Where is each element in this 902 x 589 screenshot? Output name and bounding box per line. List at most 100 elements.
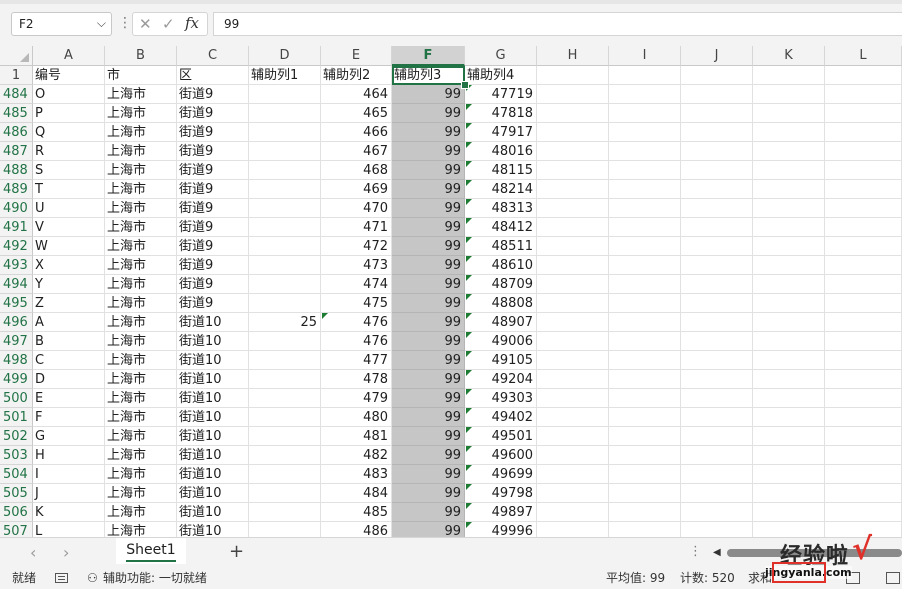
cell-i[interactable] (609, 389, 681, 408)
cell-g[interactable]: 49402 (465, 408, 537, 427)
add-sheet-button[interactable]: + (229, 541, 244, 562)
cell-g[interactable]: 49303 (465, 389, 537, 408)
cell-i[interactable] (609, 161, 681, 180)
cell-b[interactable]: 上海市 (105, 465, 177, 484)
cell-d[interactable] (249, 199, 321, 218)
cell-h[interactable] (537, 294, 609, 313)
cell-b[interactable]: 上海市 (105, 389, 177, 408)
status-average[interactable]: 平均值: 99 (606, 567, 665, 589)
cell-g[interactable]: 49600 (465, 446, 537, 465)
cell-l[interactable] (825, 446, 902, 465)
cell-k[interactable] (753, 427, 825, 446)
cell-i[interactable] (609, 332, 681, 351)
cell-d[interactable] (249, 389, 321, 408)
status-sum[interactable]: 求和 (748, 567, 772, 589)
cell-l[interactable] (825, 275, 902, 294)
cell-e[interactable]: 472 (321, 237, 392, 256)
cell-e[interactable]: 480 (321, 408, 392, 427)
cell-mode-icon[interactable] (55, 573, 68, 583)
cell-f[interactable]: 99 (392, 256, 465, 275)
cell-e[interactable]: 474 (321, 275, 392, 294)
cell-d[interactable] (249, 275, 321, 294)
cell-e[interactable]: 471 (321, 218, 392, 237)
cell-b[interactable]: 上海市 (105, 332, 177, 351)
cell-d[interactable] (249, 484, 321, 503)
cell-c[interactable]: 街道10 (177, 389, 249, 408)
cell-j[interactable] (681, 370, 753, 389)
cell-a[interactable]: R (33, 142, 105, 161)
cell-e[interactable]: 465 (321, 104, 392, 123)
cell-b[interactable]: 上海市 (105, 218, 177, 237)
cell-c[interactable]: 街道10 (177, 332, 249, 351)
cell-f[interactable]: 99 (392, 237, 465, 256)
cell-k[interactable] (753, 218, 825, 237)
cell-d[interactable] (249, 180, 321, 199)
cell-e[interactable]: 470 (321, 199, 392, 218)
cell-e[interactable]: 484 (321, 484, 392, 503)
cell-l[interactable] (825, 218, 902, 237)
cell-l[interactable] (825, 161, 902, 180)
column-title-cell[interactable]: 辅助列1 (249, 66, 321, 85)
cell-c[interactable]: 街道10 (177, 503, 249, 522)
cell-k[interactable] (753, 351, 825, 370)
cell-i[interactable] (609, 237, 681, 256)
cell-f[interactable]: 99 (392, 123, 465, 142)
cell-j[interactable] (681, 465, 753, 484)
cell-f[interactable]: 99 (392, 275, 465, 294)
cell-a[interactable]: P (33, 104, 105, 123)
cell-c[interactable]: 街道9 (177, 218, 249, 237)
cell-a[interactable]: I (33, 465, 105, 484)
cell-b[interactable]: 上海市 (105, 370, 177, 389)
scrollbar-thumb[interactable] (727, 549, 902, 557)
cell-l[interactable] (825, 313, 902, 332)
cell-h[interactable] (537, 484, 609, 503)
row-number[interactable]: 507 (0, 522, 33, 537)
cell-a[interactable]: E (33, 389, 105, 408)
cell-e[interactable]: 478 (321, 370, 392, 389)
cell-h[interactable] (537, 142, 609, 161)
cell-l[interactable] (825, 294, 902, 313)
cell-g[interactable]: 49204 (465, 370, 537, 389)
cell-g[interactable]: 48214 (465, 180, 537, 199)
cell-e[interactable]: 468 (321, 161, 392, 180)
cell-g[interactable]: 49699 (465, 465, 537, 484)
next-sheet-icon[interactable]: › (63, 543, 69, 562)
cell-a[interactable]: T (33, 180, 105, 199)
cell-b[interactable]: 上海市 (105, 199, 177, 218)
cell-g[interactable]: 48808 (465, 294, 537, 313)
cell-l[interactable] (825, 256, 902, 275)
horizontal-scrollbar[interactable]: ◀ (713, 546, 902, 560)
cell-j[interactable] (681, 313, 753, 332)
row-number[interactable]: 495 (0, 294, 33, 313)
cell-g[interactable]: 49105 (465, 351, 537, 370)
cell-l[interactable] (825, 408, 902, 427)
cell-i[interactable] (609, 351, 681, 370)
cell-f[interactable]: 99 (392, 484, 465, 503)
prev-sheet-icon[interactable]: ‹ (30, 543, 36, 562)
cell-a[interactable]: H (33, 446, 105, 465)
cell-f[interactable]: 99 (392, 389, 465, 408)
cell-h[interactable] (537, 427, 609, 446)
cell-h[interactable] (537, 465, 609, 484)
cell-e[interactable]: 485 (321, 503, 392, 522)
cell-j[interactable] (681, 161, 753, 180)
cell-d[interactable] (249, 237, 321, 256)
cell-k[interactable] (753, 389, 825, 408)
cell-a[interactable]: K (33, 503, 105, 522)
cell-c[interactable]: 街道10 (177, 313, 249, 332)
cell-h[interactable] (537, 313, 609, 332)
cell-d[interactable] (249, 85, 321, 104)
cell-g[interactable]: 48412 (465, 218, 537, 237)
cell-c[interactable]: 街道10 (177, 484, 249, 503)
cell-c[interactable]: 街道9 (177, 180, 249, 199)
row-number[interactable]: 484 (0, 85, 33, 104)
column-header-d[interactable]: D (249, 46, 321, 66)
row-number[interactable]: 485 (0, 104, 33, 123)
cell-f[interactable]: 99 (392, 465, 465, 484)
row-number[interactable]: 496 (0, 313, 33, 332)
cell-i[interactable] (609, 465, 681, 484)
cell-c[interactable]: 街道9 (177, 104, 249, 123)
accessibility-status[interactable]: 辅助功能: 一切就绪 (103, 567, 207, 589)
cell-k[interactable] (753, 465, 825, 484)
cell-i[interactable] (609, 275, 681, 294)
